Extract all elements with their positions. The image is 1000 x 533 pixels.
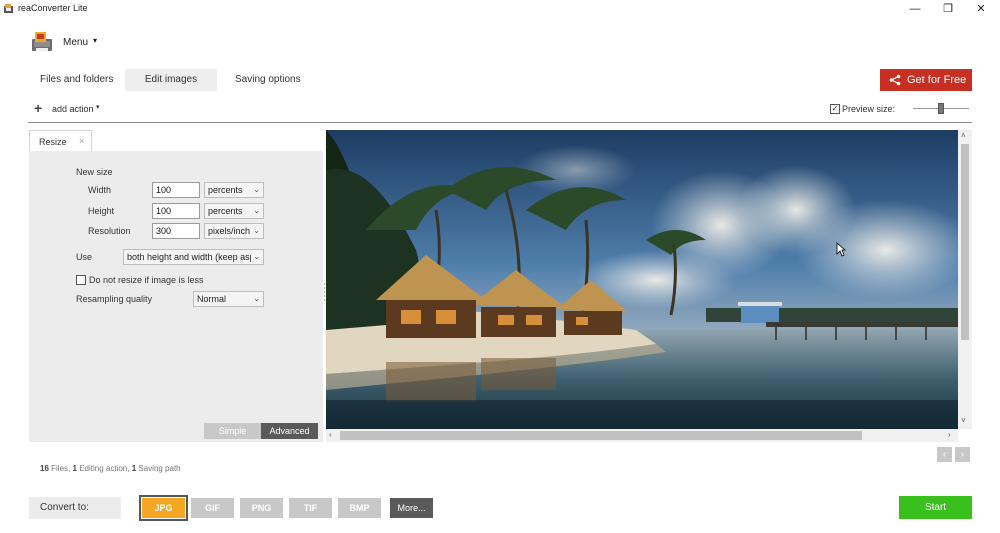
chevron-down-icon[interactable]: ▾ <box>96 103 100 111</box>
editing-count: 1 <box>72 464 77 473</box>
resolution-input[interactable]: 300 <box>152 223 200 239</box>
scroll-left-icon[interactable]: ‹ <box>329 430 332 439</box>
resize-tab-label: Resize <box>39 137 67 147</box>
start-button[interactable]: Start <box>899 496 972 519</box>
preview-size-label: Preview size: <box>842 104 896 114</box>
chevron-down-icon[interactable]: ▾ <box>93 36 97 45</box>
restore-button[interactable]: ❐ <box>933 1 963 17</box>
format-bmp-button[interactable]: BMP <box>338 498 381 518</box>
resampling-label: Resampling quality <box>76 294 153 304</box>
share-icon <box>889 74 901 86</box>
chevron-down-icon: ⌄ <box>253 294 260 303</box>
resampling-value: Normal <box>197 294 227 304</box>
scroll-right-icon[interactable]: › <box>948 430 951 439</box>
tab-edit-images[interactable]: Edit images <box>125 69 217 91</box>
image-preview[interactable] <box>326 130 958 429</box>
saving-count: 1 <box>131 464 137 473</box>
format-jpg-button[interactable]: JPG <box>139 495 188 521</box>
chevron-down-icon: ⌄ <box>253 226 260 235</box>
new-size-label: New size <box>76 167 113 177</box>
status-summary: 16 Files, 1 Editing action, 1 Saving pat… <box>40 464 181 473</box>
get-for-free-button[interactable]: Get for Free <box>880 69 972 91</box>
previous-image-button[interactable]: ‹ <box>937 447 952 462</box>
window-title: reaConverter Lite <box>18 3 88 13</box>
plus-icon[interactable]: + <box>34 101 42 115</box>
width-input[interactable]: 100 <box>152 182 200 198</box>
format-png-button[interactable]: PNG <box>240 498 283 518</box>
chevron-down-icon: ⌄ <box>251 250 260 264</box>
vertical-scrollbar[interactable]: ˄ ˅ <box>958 130 972 429</box>
tab-resize[interactable]: Resize × <box>29 130 92 151</box>
action-settings-panel <box>29 130 323 442</box>
scroll-up-icon[interactable]: ˄ <box>961 131 966 140</box>
convert-to-label: Convert to: <box>29 497 121 519</box>
resolution-unit-value: pixels/inch <box>208 226 251 236</box>
preview-size-checkbox[interactable]: ✓ <box>830 104 840 114</box>
width-unit-select[interactable]: percents ⌄ <box>204 182 264 198</box>
use-select[interactable]: both height and width (keep asp ⌄ <box>123 249 264 265</box>
height-unit-select[interactable]: percents ⌄ <box>204 203 264 219</box>
tab-files-and-folders[interactable]: Files and folders <box>26 69 127 91</box>
files-label: Files, <box>51 464 71 473</box>
chevron-down-icon: ⌄ <box>253 206 260 215</box>
scroll-down-icon[interactable]: ˅ <box>961 416 966 425</box>
add-action-button[interactable]: add action <box>52 104 94 114</box>
width-label: Width <box>88 185 112 195</box>
resolution-label: Resolution <box>88 226 131 236</box>
no-resize-checkbox[interactable] <box>76 275 86 285</box>
more-formats-button[interactable]: More... <box>390 498 433 518</box>
divider <box>28 122 972 123</box>
tab-saving-options[interactable]: Saving options <box>221 69 315 91</box>
use-label: Use <box>76 252 93 262</box>
minimize-button[interactable]: — <box>900 1 930 17</box>
mouse-cursor-icon <box>836 242 846 257</box>
height-input[interactable]: 100 <box>152 203 200 219</box>
horizontal-scrollbar[interactable]: ‹ › <box>326 429 958 442</box>
editing-label: Editing action, <box>79 464 130 473</box>
menu-button[interactable]: Menu <box>63 37 88 48</box>
no-resize-label: Do not resize if image is less <box>89 275 204 285</box>
format-tif-button[interactable]: TIF <box>289 498 332 518</box>
saving-label: Saving path <box>138 464 181 473</box>
next-image-button[interactable]: › <box>955 447 970 462</box>
advanced-mode-button[interactable]: Advanced <box>261 423 318 439</box>
files-count: 16 <box>40 464 49 473</box>
title-bar: reaConverter Lite — ❐ ✕ <box>0 0 1000 18</box>
get-for-free-label: Get for Free <box>907 74 967 86</box>
use-value: both height and width (keep asp <box>127 252 255 262</box>
height-label: Height <box>88 206 115 216</box>
app-icon <box>4 4 13 13</box>
width-unit-value: percents <box>208 185 243 195</box>
horizontal-scroll-thumb[interactable] <box>340 431 862 440</box>
close-icon[interactable]: × <box>79 136 84 146</box>
simple-mode-button[interactable]: Simple <box>204 423 261 439</box>
resampling-select[interactable]: Normal ⌄ <box>193 291 264 307</box>
chevron-down-icon: ⌄ <box>253 185 260 194</box>
close-button[interactable]: ✕ <box>966 1 996 17</box>
preview-size-thumb[interactable] <box>938 103 944 114</box>
app-logo-icon[interactable] <box>30 30 54 54</box>
vertical-scroll-thumb[interactable] <box>961 144 969 340</box>
height-unit-value: percents <box>208 206 243 216</box>
preview-size-slider[interactable] <box>913 102 969 114</box>
action-tab-strip <box>92 130 323 151</box>
format-gif-button[interactable]: GIF <box>191 498 234 518</box>
resolution-unit-select[interactable]: pixels/inch ⌄ <box>204 223 264 239</box>
